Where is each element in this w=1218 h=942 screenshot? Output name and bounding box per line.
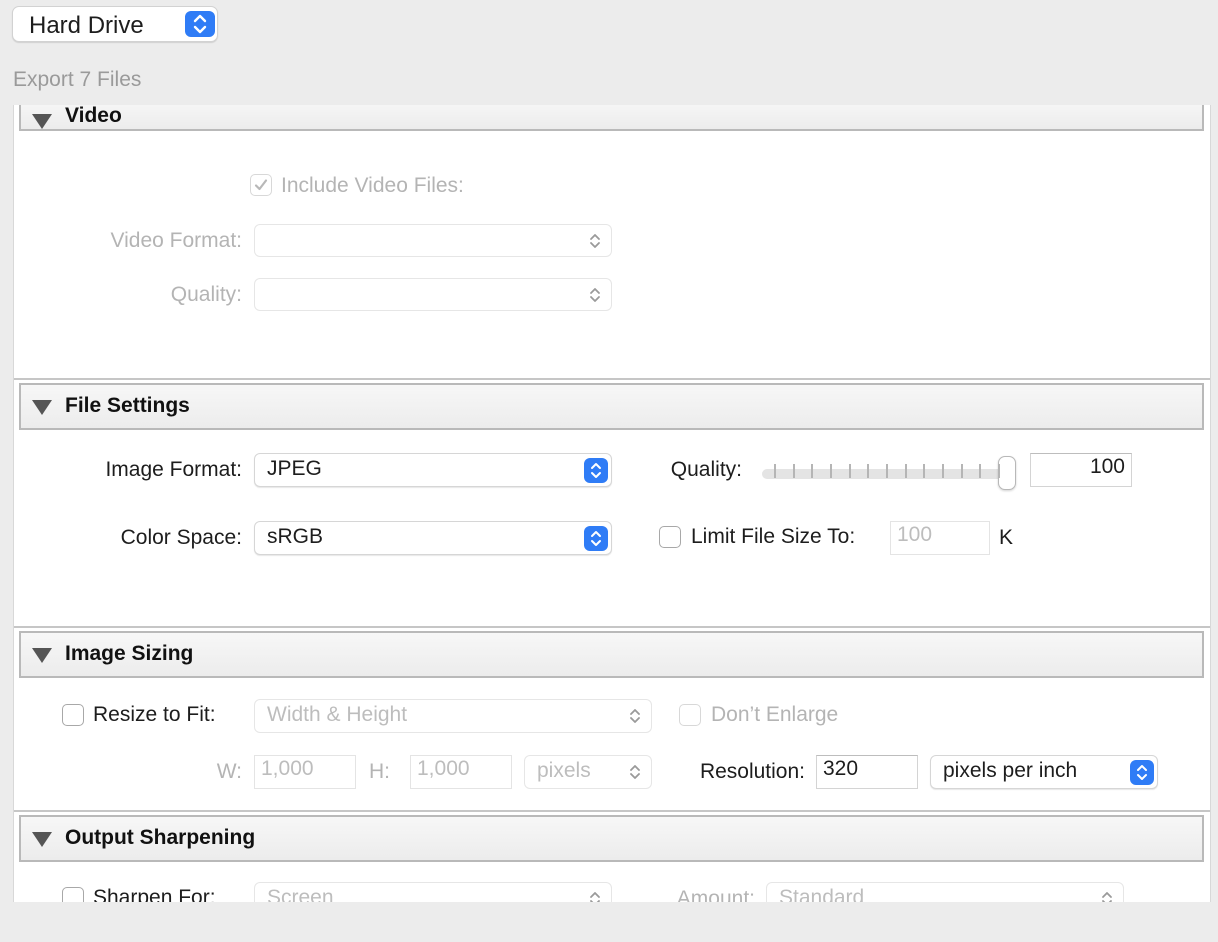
updown-chevron-icon <box>1130 760 1154 785</box>
disclosure-triangle-icon <box>32 400 52 415</box>
slider-tick <box>942 464 944 478</box>
slider-tick <box>848 464 851 478</box>
resolution-field[interactable]: 320 <box>816 755 918 789</box>
slider-tick <box>811 464 814 478</box>
video-format-popup[interactable] <box>254 224 612 257</box>
disclosure-triangle-icon <box>32 114 52 129</box>
section-divider <box>14 810 1210 812</box>
limit-file-size-field[interactable]: 100 <box>890 521 990 555</box>
section-divider <box>14 378 1210 380</box>
sharpen-for-value: Screen <box>267 886 334 902</box>
quality-slider-thumb[interactable] <box>998 456 1016 490</box>
height-label: H: <box>369 760 390 783</box>
resize-to-fit-checkbox[interactable] <box>62 704 84 726</box>
checkmark-icon <box>254 179 268 191</box>
video-quality-label: Quality: <box>170 283 242 306</box>
quality-value-field[interactable]: 100 <box>1030 453 1132 487</box>
amount-value: Standard <box>779 886 865 902</box>
slider-tick <box>886 464 888 478</box>
section-divider <box>14 626 1210 628</box>
resize-to-fit-label: Resize to Fit: <box>93 703 216 726</box>
section-header-file-settings[interactable]: File Settings <box>19 383 1204 430</box>
slider-tick <box>792 464 795 478</box>
image-format-value: JPEG <box>267 457 322 480</box>
updown-chevron-icon <box>185 11 215 37</box>
export-count: Export 7 Files <box>13 68 142 91</box>
export-settings-panel[interactable]: Video Include Video Files: Video Format:… <box>13 105 1211 902</box>
updown-chevron-icon <box>630 765 640 779</box>
amount-popup[interactable]: Standard <box>766 882 1124 902</box>
slider-tick <box>979 464 982 478</box>
resolution-units-popup[interactable]: pixels per inch <box>930 755 1158 789</box>
updown-chevron-icon <box>1102 892 1112 902</box>
updown-chevron-icon <box>630 709 640 723</box>
size-units-value: pixels <box>537 759 591 782</box>
sharpen-for-popup[interactable]: Screen <box>254 882 612 902</box>
video-quality-popup[interactable] <box>254 278 612 311</box>
include-video-label: Include Video Files: <box>281 174 464 197</box>
slider-tick <box>960 464 963 478</box>
section-header-output-sharpening[interactable]: Output Sharpening <box>19 815 1204 862</box>
color-space-popup[interactable]: sRGB <box>254 521 612 555</box>
sharpen-for-label: Sharpen For: <box>93 886 216 902</box>
sharpen-for-checkbox[interactable] <box>62 887 84 902</box>
color-space-value: sRGB <box>267 525 324 548</box>
updown-chevron-icon <box>584 458 608 483</box>
updown-chevron-icon <box>590 892 600 902</box>
resolution-units-value: pixels per inch <box>943 759 1078 782</box>
section-title: File Settings <box>65 394 190 417</box>
section-title: Output Sharpening <box>65 826 256 849</box>
image-format-popup[interactable]: JPEG <box>254 453 612 487</box>
section-title: Image Sizing <box>65 642 194 665</box>
limit-file-size-unit: K <box>999 526 1014 549</box>
size-units-popup[interactable]: pixels <box>524 755 652 789</box>
limit-file-size-checkbox[interactable] <box>659 526 681 548</box>
slider-tick <box>774 464 776 478</box>
resize-mode-value: Width & Height <box>267 703 408 726</box>
resolution-label: Resolution: <box>699 760 805 783</box>
height-field[interactable]: 1,000 <box>410 755 512 789</box>
slider-tick <box>867 464 870 478</box>
slider-tick <box>998 464 1000 478</box>
section-header-image-sizing[interactable]: Image Sizing <box>19 631 1204 678</box>
slider-tick <box>830 464 832 478</box>
section-title: Video <box>65 105 122 127</box>
destination-popup[interactable]: Hard Drive <box>12 6 218 42</box>
disclosure-triangle-icon <box>32 832 52 847</box>
width-label: W: <box>216 760 242 783</box>
amount-label: Amount: <box>676 887 755 902</box>
width-field[interactable]: 1,000 <box>254 755 356 789</box>
dont-enlarge-label: Don’t Enlarge <box>711 703 839 726</box>
jpeg-quality-label: Quality: <box>670 458 742 481</box>
slider-tick <box>904 464 907 478</box>
updown-chevron-icon <box>590 233 600 248</box>
limit-file-size-label: Limit File Size To: <box>691 525 856 548</box>
destination-value: Hard Drive <box>29 12 144 39</box>
include-video-checkbox[interactable] <box>250 174 272 196</box>
image-format-label: Image Format: <box>105 458 242 481</box>
resize-mode-popup[interactable]: Width & Height <box>254 699 652 733</box>
disclosure-triangle-icon <box>32 648 52 663</box>
section-header-video[interactable]: Video <box>19 105 1204 131</box>
updown-chevron-icon <box>584 526 608 551</box>
color-space-label: Color Space: <box>120 526 242 549</box>
video-format-label: Video Format: <box>110 229 242 252</box>
updown-chevron-icon <box>590 287 600 302</box>
slider-tick <box>923 464 926 478</box>
dont-enlarge-checkbox[interactable] <box>679 704 701 726</box>
